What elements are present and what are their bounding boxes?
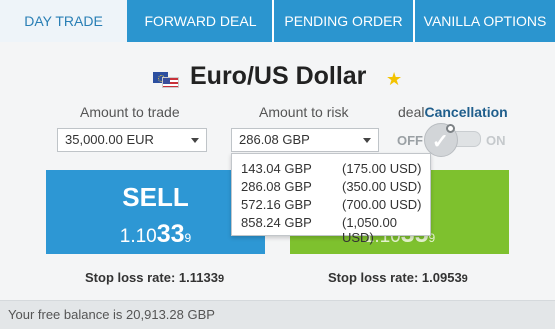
risk-option[interactable]: 858.24 GBP (1,050.00 USD) — [232, 213, 430, 245]
chevron-down-icon — [191, 138, 199, 143]
tab-pending-order[interactable]: PENDING ORDER — [274, 0, 413, 42]
risk-option[interactable]: 572.16 GBP (700.00 USD) — [232, 195, 430, 213]
risk-option[interactable]: 286.08 GBP (350.00 USD) — [232, 177, 430, 195]
chevron-down-icon — [363, 138, 371, 143]
free-balance-text: Your free balance is 20,913.28 GBP — [8, 307, 215, 322]
toggle-on-label: ON — [486, 133, 506, 148]
amount-to-risk-value: 286.08 GBP — [239, 132, 310, 147]
toggle-knob[interactable]: ✓ — [424, 123, 458, 157]
eu-us-flag-icon — [153, 72, 181, 88]
check-icon: ✓ — [432, 131, 449, 153]
toggle-off-label: OFF — [397, 133, 423, 148]
tab-day-trade[interactable]: DAY TRADE — [0, 0, 127, 42]
amount-to-trade-label: Amount to trade — [80, 104, 180, 120]
amount-to-risk-label: Amount to risk — [259, 104, 349, 120]
balance-footer: Your free balance is 20,913.28 GBP — [0, 300, 555, 329]
amount-to-trade-select[interactable]: 35,000.00 EUR — [57, 128, 207, 152]
risk-option[interactable]: 143.04 GBP (175.00 USD) — [232, 159, 430, 177]
amount-to-risk-dropdown: 143.04 GBP (175.00 USD) 286.08 GBP (350.00… — [231, 153, 431, 245]
star-icon[interactable]: ★ — [386, 69, 402, 90]
tab-vanilla-options[interactable]: VANILLA OPTIONS — [415, 0, 555, 42]
instrument-header: Euro/US Dollar ★ — [0, 60, 555, 100]
stop-loss-sell: Stop loss rate: 1.11339 — [85, 270, 225, 285]
amount-to-trade-value: 35,000.00 EUR — [65, 132, 154, 147]
instrument-title: Euro/US Dollar — [190, 62, 367, 90]
tab-forward-deal[interactable]: FORWARD DEAL — [129, 0, 272, 42]
deal-cancellation-label: dealCancellation — [398, 104, 508, 120]
amount-to-risk-select[interactable]: 286.08 GBP — [231, 128, 379, 152]
info-pin-icon — [446, 124, 455, 133]
stop-loss-buy: Stop loss rate: 1.09539 — [328, 270, 468, 285]
tab-bar: DAY TRADE FORWARD DEAL PENDING ORDER VAN… — [0, 0, 555, 42]
